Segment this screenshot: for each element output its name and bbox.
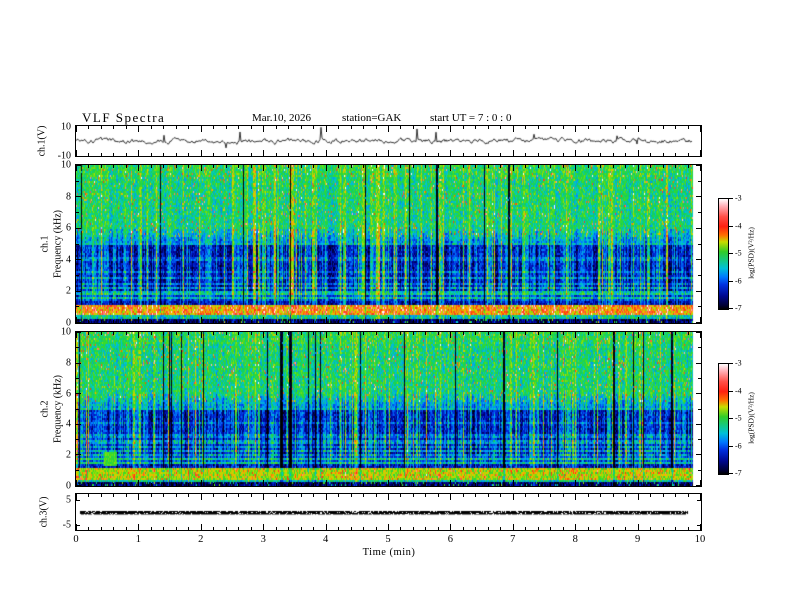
- spec2-ytick-label: 0: [66, 480, 71, 492]
- ch1-wave-ymin-label: -10: [57, 150, 71, 162]
- colorbar2-tick-label: -7: [735, 468, 742, 478]
- colorbar-ch1: [718, 198, 729, 310]
- colorbar2-tick-label: -5: [735, 413, 742, 423]
- x-tick-label: 3: [260, 534, 266, 545]
- x-tick-label: 0: [73, 534, 79, 545]
- colorbar1-tick-label: -6: [735, 276, 742, 285]
- spec1-ytick-label: 0: [66, 317, 71, 329]
- x-tick-label: 10: [694, 534, 706, 545]
- page-title: VLF Spectra: [82, 110, 166, 125]
- x-tick-label: 8: [572, 534, 578, 545]
- colorbar2-tick-label: -3: [735, 358, 742, 368]
- station-label: station=GAK: [342, 112, 402, 124]
- spec1-channel-label: ch.1: [39, 235, 51, 253]
- ch3-wave-ymax-label: 5: [66, 494, 71, 506]
- ch3-wave-ylabel: ch.3(V): [38, 496, 50, 528]
- ch3-waveform-panel: [75, 493, 702, 531]
- colorbar1-tick-label: -4: [735, 221, 742, 230]
- x-tick-label: 5: [385, 534, 391, 545]
- x-tick-label: 7: [510, 534, 516, 545]
- spec2-ytick-label: 2: [66, 449, 71, 461]
- colorbar2-title: log(PSD)(V²/Hz): [746, 392, 756, 444]
- start-ut-label: start UT = 7 : 0 : 0: [430, 112, 512, 124]
- colorbar1-tick-label: -3: [735, 193, 742, 203]
- vlf-spectra-figure: VLF Spectra Mar.10, 2026 station=GAK sta…: [0, 0, 792, 612]
- spec2-ytick-label: 4: [66, 418, 71, 430]
- ch1-spectrogram: [76, 165, 701, 323]
- spec2-channel-label: ch.2: [39, 400, 51, 418]
- ch2-spectrogram: [76, 332, 701, 486]
- spec2-frequency-label: Frequency (kHz): [52, 374, 64, 444]
- ch3-waveform-trace: [76, 494, 701, 530]
- ch2-spectrogram-panel: [75, 331, 702, 487]
- x-tick-label: 6: [447, 534, 454, 545]
- date-label: Mar.10, 2026: [252, 112, 311, 124]
- ch3-wave-ymin-label: -5: [62, 519, 71, 531]
- x-tick-label: 2: [198, 534, 204, 545]
- ch1-spectrogram-panel: [75, 164, 702, 324]
- colorbar1-tick-label: -5: [735, 248, 742, 258]
- x-tick-label: 9: [634, 534, 641, 545]
- spec2-ytick-label: 6: [66, 388, 71, 400]
- spec2-ytick-label: 8: [66, 357, 71, 369]
- ch1-waveform-trace: [76, 126, 701, 156]
- spec1-ytick-label: 8: [66, 191, 71, 203]
- spec1-ytick-label: 6: [66, 222, 71, 234]
- spec1-ytick-label: 2: [66, 285, 71, 297]
- x-axis-title: Time (min): [362, 547, 416, 558]
- ch1-waveform-panel: [75, 125, 702, 157]
- spec2-ytick-label: 10: [61, 326, 71, 338]
- ch1-wave-ymax-label: 10: [61, 121, 71, 133]
- colorbar2-tick-label: -4: [735, 386, 742, 395]
- x-tick-label: 1: [135, 534, 142, 545]
- colorbar-ch2: [718, 363, 729, 475]
- colorbar1-tick-label: -7: [735, 303, 742, 313]
- spec1-frequency-label: Frequency (kHz): [52, 209, 64, 279]
- colorbar1-title: log(PSD)(V²/Hz): [746, 227, 756, 279]
- x-tick-label: 4: [322, 534, 329, 545]
- ch1-wave-ylabel: ch.1(V): [36, 125, 48, 157]
- colorbar2-tick-label: -6: [735, 441, 742, 450]
- spec1-ytick-label: 4: [66, 254, 71, 266]
